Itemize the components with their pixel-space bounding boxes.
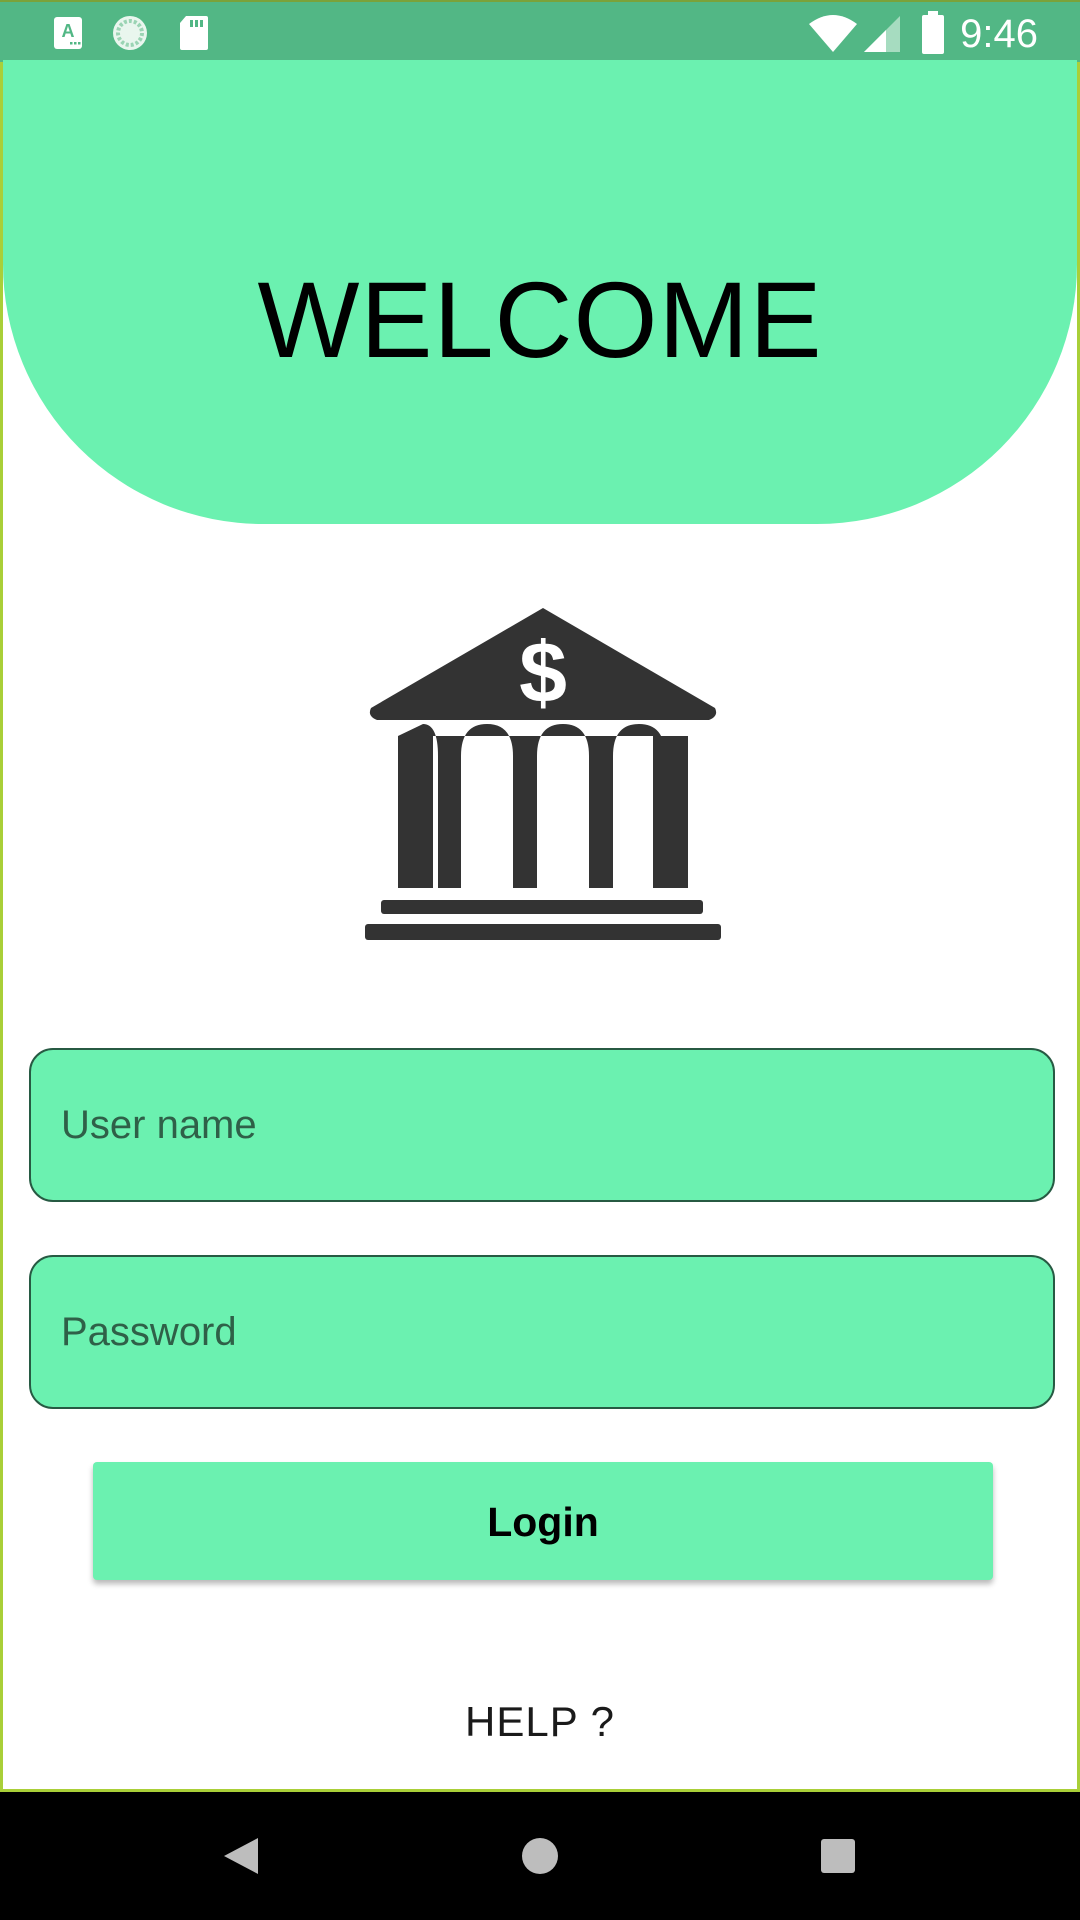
status-time: 9:46 bbox=[960, 12, 1038, 56]
sync-circle-icon bbox=[110, 13, 150, 58]
navigation-bar bbox=[0, 1792, 1080, 1920]
username-input[interactable] bbox=[31, 1050, 1053, 1200]
bank-icon: $ bbox=[363, 604, 723, 944]
recents-icon[interactable] bbox=[808, 1826, 868, 1886]
password-input[interactable] bbox=[31, 1257, 1053, 1407]
password-field[interactable] bbox=[29, 1255, 1055, 1409]
login-screen: WELCOME $ Login HELP ? bbox=[0, 60, 1080, 1792]
keyboard-app-icon: A bbox=[52, 15, 84, 56]
help-link[interactable]: HELP ? bbox=[3, 1692, 1077, 1752]
login-button[interactable]: Login bbox=[93, 1462, 993, 1580]
battery-icon bbox=[920, 10, 946, 61]
screen: A 9:46 WELCOME $ User name Login HELP ? bbox=[0, 0, 1080, 1920]
home-icon[interactable] bbox=[510, 1826, 570, 1886]
sd-card-icon bbox=[178, 14, 210, 57]
wifi-icon bbox=[808, 14, 858, 59]
status-bar: A 9:46 bbox=[0, 0, 1080, 62]
header-banner: WELCOME bbox=[3, 60, 1077, 524]
back-icon[interactable] bbox=[212, 1826, 272, 1886]
page-title: WELCOME bbox=[257, 259, 823, 380]
svg-text:A: A bbox=[62, 21, 75, 41]
signal-icon bbox=[862, 14, 902, 59]
username-field[interactable] bbox=[29, 1048, 1055, 1202]
svg-text:$: $ bbox=[519, 625, 567, 721]
